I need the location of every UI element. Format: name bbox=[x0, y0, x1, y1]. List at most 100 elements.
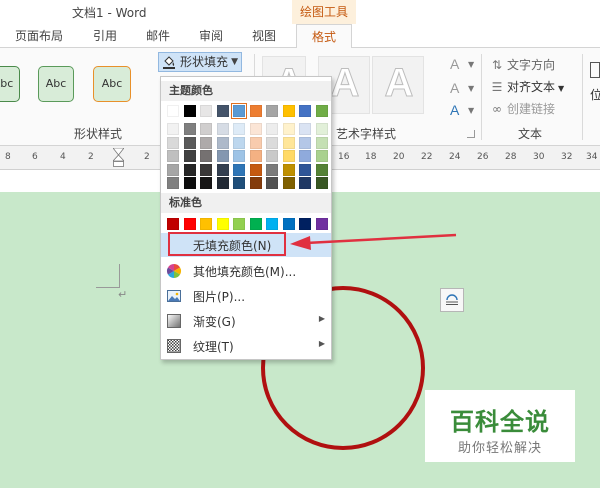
theme-color-shade-swatch[interactable] bbox=[315, 150, 328, 162]
theme-color-shade-swatch[interactable] bbox=[167, 163, 179, 176]
standard-color-swatch[interactable] bbox=[233, 218, 245, 230]
standard-color-swatch[interactable] bbox=[315, 218, 328, 230]
position-icon[interactable] bbox=[590, 62, 600, 78]
tab-view[interactable]: 视图 bbox=[252, 24, 276, 48]
theme-color-shade-swatch[interactable] bbox=[200, 150, 212, 162]
theme-color-shade-swatch[interactable] bbox=[233, 150, 245, 162]
more-fill-colors-item[interactable]: 其他填充颜色(M)... bbox=[161, 259, 331, 283]
theme-color-shade-swatch[interactable] bbox=[167, 177, 179, 189]
texture-fill-item[interactable]: 纹理(T) ▶ bbox=[161, 334, 331, 358]
theme-color-shade-swatch[interactable] bbox=[216, 136, 229, 149]
theme-color-shade-swatch[interactable] bbox=[266, 136, 278, 149]
theme-color-swatch[interactable] bbox=[183, 105, 196, 117]
theme-color-shade-swatch[interactable] bbox=[216, 150, 229, 162]
theme-color-swatch[interactable] bbox=[315, 105, 328, 117]
theme-color-swatch[interactable] bbox=[216, 105, 229, 117]
theme-color-shade-swatch[interactable] bbox=[183, 136, 196, 149]
tab-page-layout[interactable]: 页面布局 bbox=[15, 24, 63, 48]
standard-color-swatch[interactable] bbox=[216, 218, 229, 230]
theme-color-shade-swatch[interactable] bbox=[249, 150, 262, 162]
theme-color-shade-swatch[interactable] bbox=[315, 177, 328, 189]
picture-fill-item[interactable]: 图片(P)... bbox=[161, 284, 331, 308]
theme-color-swatch[interactable] bbox=[167, 105, 179, 117]
chevron-down-icon: ▼ bbox=[468, 60, 475, 69]
text-outline-icon[interactable]: A bbox=[450, 80, 459, 96]
theme-color-swatch[interactable] bbox=[249, 105, 262, 117]
standard-color-swatch[interactable] bbox=[266, 218, 278, 230]
text-effects-icon[interactable]: A bbox=[450, 102, 459, 118]
shape-style-button-1[interactable]: Abc bbox=[0, 66, 20, 102]
indent-marker-icon[interactable] bbox=[113, 148, 124, 168]
theme-color-shade-swatch[interactable] bbox=[249, 163, 262, 176]
standard-color-swatch[interactable] bbox=[167, 218, 179, 230]
text-fill-icon[interactable]: A bbox=[450, 56, 459, 72]
theme-color-shade-swatch[interactable] bbox=[282, 150, 295, 162]
theme-color-shade-swatch[interactable] bbox=[183, 163, 196, 176]
tab-format[interactable]: 格式 bbox=[296, 24, 352, 49]
standard-color-swatch[interactable] bbox=[299, 218, 311, 230]
create-link-button[interactable]: ∞ 创建链接 bbox=[490, 100, 555, 118]
text-direction-button[interactable]: ⇅ 文字方向 bbox=[490, 56, 555, 74]
theme-color-shade-swatch[interactable] bbox=[183, 150, 196, 162]
theme-color-shade-swatch[interactable] bbox=[299, 177, 311, 189]
layout-options-button[interactable] bbox=[440, 288, 464, 312]
theme-color-shade-swatch[interactable] bbox=[266, 123, 278, 135]
theme-color-shade-swatch[interactable] bbox=[183, 177, 196, 189]
shape-fill-button[interactable]: 形状填充 ▼ bbox=[158, 52, 242, 72]
theme-color-shade-swatch[interactable] bbox=[167, 123, 179, 135]
theme-color-shade-swatch[interactable] bbox=[233, 177, 245, 189]
align-text-button[interactable]: ☰ 对齐文本 ▼ bbox=[490, 78, 565, 96]
theme-color-shade-swatch[interactable] bbox=[299, 150, 311, 162]
theme-color-shade-swatch[interactable] bbox=[233, 163, 245, 176]
theme-color-shade-swatch[interactable] bbox=[282, 136, 295, 149]
standard-color-swatch[interactable] bbox=[183, 218, 196, 230]
standard-color-swatch[interactable] bbox=[249, 218, 262, 230]
theme-color-shade-swatch[interactable] bbox=[200, 163, 212, 176]
theme-color-shade-swatch[interactable] bbox=[183, 123, 196, 135]
theme-color-shade-swatch[interactable] bbox=[282, 123, 295, 135]
theme-color-shade-swatch[interactable] bbox=[315, 136, 328, 149]
ruler-tick: 34 bbox=[586, 152, 598, 162]
theme-color-shade-swatch[interactable] bbox=[167, 136, 179, 149]
theme-color-shade-swatch[interactable] bbox=[299, 163, 311, 176]
theme-color-shade-swatch[interactable] bbox=[216, 123, 229, 135]
theme-color-shade-swatch[interactable] bbox=[282, 177, 295, 189]
theme-color-shade-swatch[interactable] bbox=[216, 163, 229, 176]
theme-color-shade-swatch[interactable] bbox=[216, 177, 229, 189]
theme-color-swatch[interactable] bbox=[299, 105, 311, 117]
theme-color-shade-swatch[interactable] bbox=[249, 123, 262, 135]
tab-review[interactable]: 审阅 bbox=[199, 24, 223, 48]
theme-color-shade-swatch[interactable] bbox=[266, 163, 278, 176]
dialog-launcher-icon[interactable] bbox=[467, 130, 475, 138]
shape-style-button-3[interactable]: Abc bbox=[93, 66, 131, 102]
tab-mailings[interactable]: 邮件 bbox=[146, 24, 170, 48]
theme-color-swatch[interactable] bbox=[231, 103, 247, 119]
standard-color-swatch[interactable] bbox=[200, 218, 212, 230]
standard-color-swatch[interactable] bbox=[282, 218, 295, 230]
gradient-fill-item[interactable]: 渐变(G) ▶ bbox=[161, 309, 331, 333]
theme-color-shade-swatch[interactable] bbox=[282, 163, 295, 176]
theme-color-swatch[interactable] bbox=[282, 105, 295, 117]
theme-color-swatch[interactable] bbox=[266, 105, 278, 117]
word-art-style-3[interactable]: A bbox=[372, 56, 424, 114]
theme-color-shade-swatch[interactable] bbox=[200, 136, 212, 149]
theme-color-shade-swatch[interactable] bbox=[266, 150, 278, 162]
theme-color-shade-swatch[interactable] bbox=[200, 123, 212, 135]
margin-corner-mark bbox=[96, 264, 120, 288]
theme-color-shade-swatch[interactable] bbox=[266, 177, 278, 189]
theme-color-shade-swatch[interactable] bbox=[299, 123, 311, 135]
theme-color-shade-swatch[interactable] bbox=[315, 163, 328, 176]
tab-references[interactable]: 引用 bbox=[93, 24, 117, 48]
ruler-tick: 22 bbox=[421, 152, 433, 162]
theme-color-swatch[interactable] bbox=[200, 105, 212, 117]
shape-style-button-2[interactable]: Abc bbox=[38, 66, 74, 102]
theme-color-shade-swatch[interactable] bbox=[233, 123, 245, 135]
theme-color-shade-swatch[interactable] bbox=[200, 177, 212, 189]
theme-color-shade-swatch[interactable] bbox=[299, 136, 311, 149]
theme-color-shade-swatch[interactable] bbox=[249, 177, 262, 189]
no-fill-item[interactable]: 无填充颜色(N) bbox=[161, 233, 331, 257]
theme-color-shade-swatch[interactable] bbox=[233, 136, 245, 149]
theme-color-shade-swatch[interactable] bbox=[249, 136, 262, 149]
theme-color-shade-swatch[interactable] bbox=[167, 150, 179, 162]
theme-color-shade-swatch[interactable] bbox=[315, 123, 328, 135]
